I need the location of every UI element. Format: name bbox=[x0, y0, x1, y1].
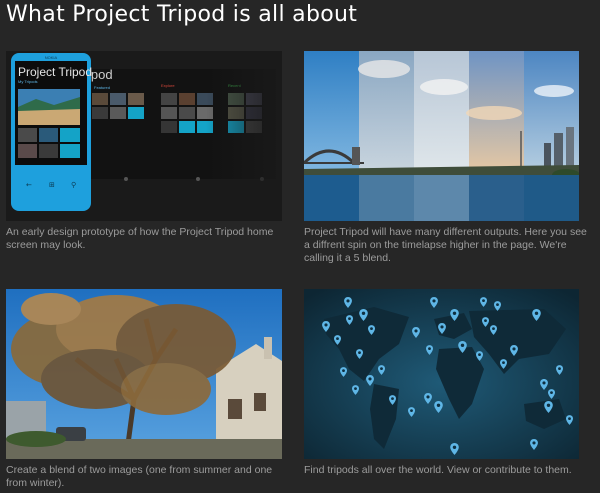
phone-app-title: Project Tripod bbox=[18, 65, 92, 79]
section-featured: Featured bbox=[94, 85, 110, 90]
phone-brand: NOKIA bbox=[45, 55, 58, 60]
search-icon: ⚲ bbox=[71, 181, 76, 189]
page-title: What Project Tripod is all about bbox=[6, 2, 358, 27]
caption-home-prototype: An early design prototype of how the Pro… bbox=[6, 226, 274, 251]
back-icon: ← bbox=[26, 181, 32, 189]
season-blend-image[interactable] bbox=[6, 289, 282, 459]
five-blend-image[interactable] bbox=[304, 51, 579, 221]
caption-season-blend: Create a blend of two images (one from s… bbox=[6, 464, 273, 489]
caption-world-map: Find tripods all over the world. View or… bbox=[304, 464, 572, 476]
windows-icon: ⊞ bbox=[49, 181, 55, 189]
section-my-tripods: My Tripods bbox=[18, 79, 38, 84]
section-explore: Explore bbox=[161, 83, 175, 88]
caption-five-blend: Project Tripod will have many different … bbox=[304, 226, 587, 264]
home-prototype-image[interactable]: ipod Featured Explore Recent NOKIA bbox=[6, 51, 282, 221]
world-map-image[interactable] bbox=[304, 289, 579, 459]
